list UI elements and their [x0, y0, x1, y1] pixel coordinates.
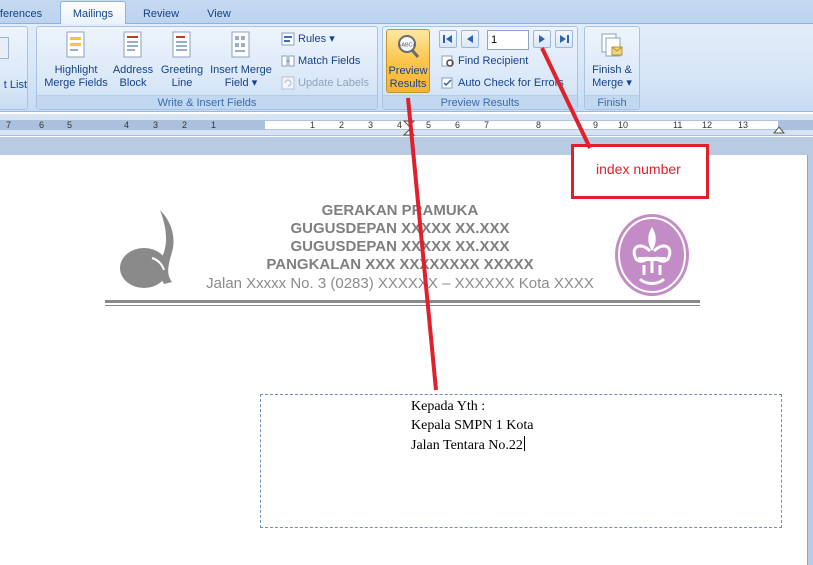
- annotation-line-index: [540, 47, 592, 149]
- annotation-arrows: [406, 47, 592, 391]
- annotation-line-preview: [406, 97, 438, 391]
